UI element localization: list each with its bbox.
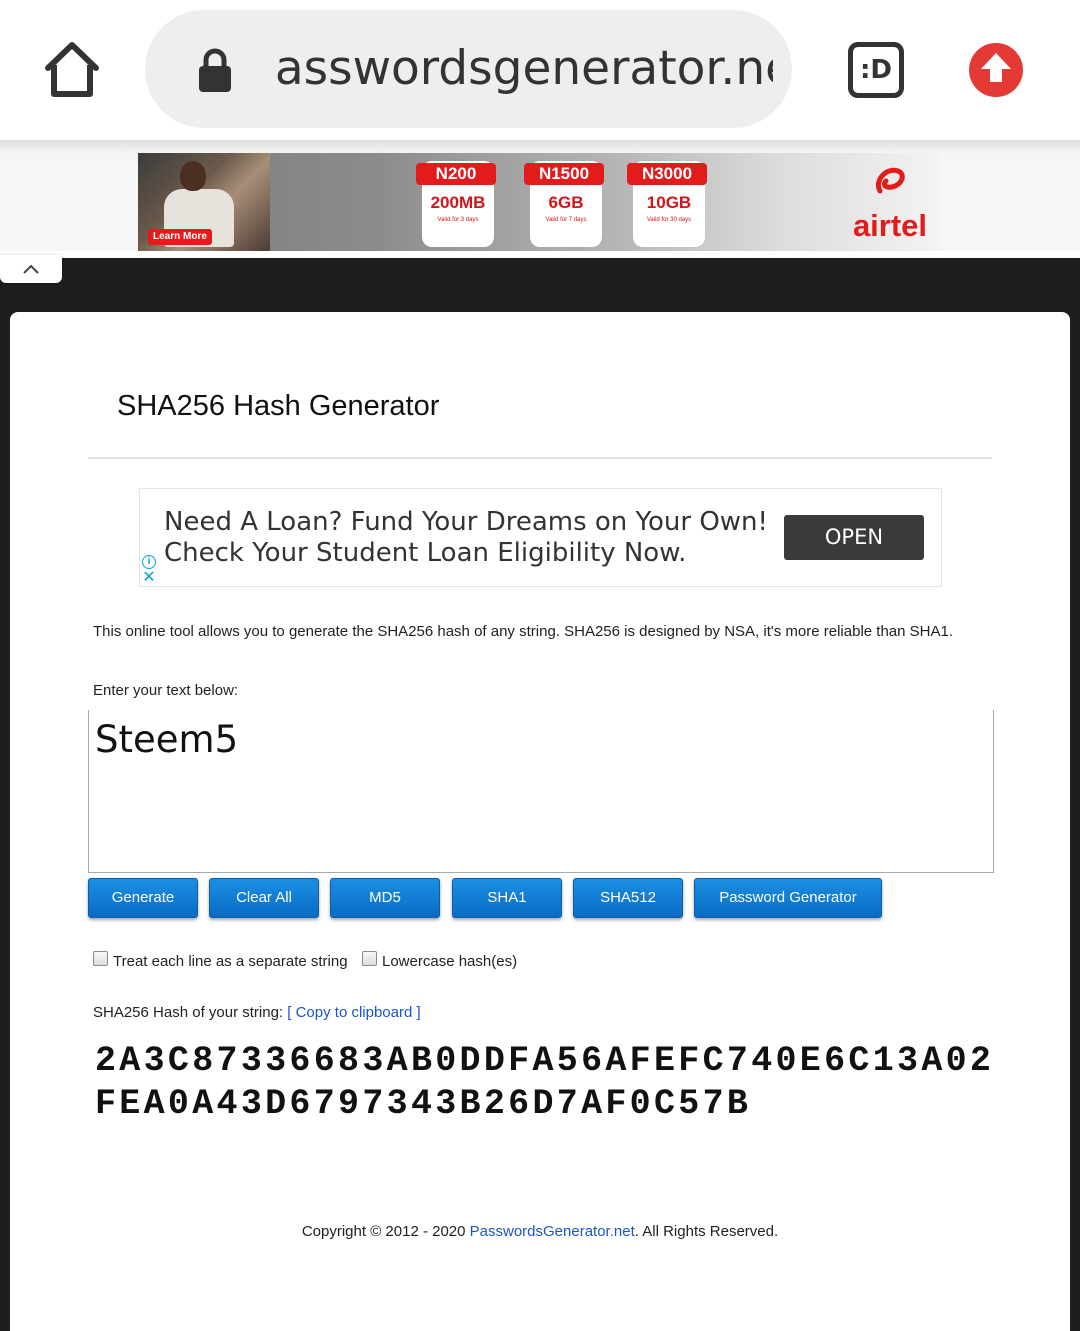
lock-icon bbox=[197, 48, 233, 92]
plan-price: N1500 bbox=[524, 163, 604, 185]
lowercase-label: Lowercase hash(es) bbox=[382, 953, 518, 970]
separate-lines-label: Treat each line as a separate string bbox=[113, 953, 348, 970]
collapse-ad-button[interactable] bbox=[0, 255, 62, 283]
lowercase-checkbox[interactable] bbox=[362, 951, 377, 966]
loan-open-button[interactable]: OPEN bbox=[784, 515, 924, 560]
ad-figure-head bbox=[180, 161, 206, 191]
airtel-logo: airtel bbox=[850, 161, 930, 247]
airtel-wordmark: airtel bbox=[852, 208, 928, 243]
lowercase-option[interactable]: Lowercase hash(es) bbox=[362, 950, 524, 974]
url-text: passwordsgenerator.net bbox=[273, 41, 773, 96]
loan-ad-line1: Need A Loan? Fund Your Dreams on Your Ow… bbox=[164, 507, 768, 537]
plan-card[interactable]: N3000 10GB Valid for 30 days bbox=[627, 161, 707, 247]
upload-icon[interactable] bbox=[968, 42, 1024, 98]
text-input[interactable]: Steem5 bbox=[88, 710, 994, 873]
loan-ad-text: Need A Loan? Fund Your Dreams on Your Ow… bbox=[164, 507, 784, 569]
sha512-button[interactable]: SHA512 bbox=[573, 878, 683, 918]
airtel-swirl-icon bbox=[876, 167, 905, 194]
footer-site-link[interactable]: PasswordsGenerator.net bbox=[470, 1223, 635, 1240]
hash-label-text: SHA256 Hash of your string: bbox=[93, 1004, 284, 1021]
plan-data: 200MB bbox=[430, 193, 486, 212]
url-bar[interactable]: passwordsgenerator.net bbox=[145, 10, 792, 128]
ad-close-icon[interactable]: ✕ bbox=[142, 569, 156, 585]
title-divider bbox=[88, 457, 992, 459]
separate-lines-checkbox[interactable] bbox=[93, 951, 108, 966]
tab-switcher-button[interactable]: :D bbox=[848, 42, 904, 98]
airtel-banner-ad[interactable]: Learn More N200 200MB Valid for 3 days N… bbox=[138, 153, 940, 251]
generate-button[interactable]: Generate bbox=[88, 878, 198, 918]
plan-card[interactable]: N200 200MB Valid for 3 days bbox=[416, 161, 496, 247]
sha1-button[interactable]: SHA1 bbox=[452, 878, 562, 918]
footer-rights: . All Rights Reserved. bbox=[634, 1223, 779, 1240]
loan-ad-line2: Check Your Student Loan Eligibility Now. bbox=[164, 538, 687, 568]
footer-copyright: Copyright © 2012 - 2020 bbox=[301, 1223, 470, 1240]
chevron-up-icon bbox=[23, 264, 39, 274]
plan-validity: Valid for 3 days bbox=[437, 217, 479, 223]
plan-price: N3000 bbox=[627, 163, 707, 185]
toolbar-shadow bbox=[0, 140, 1080, 154]
md5-button[interactable]: MD5 bbox=[330, 878, 440, 918]
plan-data: 6GB bbox=[548, 193, 584, 212]
clear-all-button[interactable]: Clear All bbox=[209, 878, 319, 918]
plan-validity: Valid for 30 days bbox=[646, 217, 692, 223]
loan-ad[interactable]: Need A Loan? Fund Your Dreams on Your Ow… bbox=[139, 488, 942, 587]
plan-card[interactable]: N1500 6GB Valid for 7 days bbox=[524, 161, 604, 247]
plan-price: N200 bbox=[416, 163, 496, 185]
footer: Copyright © 2012 - 2020 PasswordsGenerat… bbox=[0, 1220, 1080, 1244]
learn-more-button[interactable]: Learn More bbox=[148, 229, 212, 245]
hash-output: 2A3C87336683AB0DDFA56AFEFC740E6C13A02FEA… bbox=[95, 1041, 995, 1124]
browser-toolbar: passwordsgenerator.net :D bbox=[0, 0, 1080, 140]
page-title: SHA256 Hash Generator bbox=[117, 390, 440, 422]
input-label: Enter your text below: bbox=[93, 682, 239, 699]
separate-lines-option[interactable]: Treat each line as a separate string bbox=[93, 950, 355, 974]
plan-validity: Valid for 7 days bbox=[545, 217, 587, 223]
copy-to-clipboard-link[interactable]: [ Copy to clipboard ] bbox=[287, 1004, 420, 1021]
plan-data: 10GB bbox=[646, 193, 692, 212]
home-icon[interactable] bbox=[40, 38, 104, 102]
hash-result-label: SHA256 Hash of your string: [ Copy to cl… bbox=[93, 1001, 421, 1025]
password-generator-button[interactable]: Password Generator bbox=[694, 878, 882, 918]
tool-description: This online tool allows you to generate … bbox=[93, 623, 954, 640]
ad-photo: Learn More bbox=[138, 153, 270, 251]
